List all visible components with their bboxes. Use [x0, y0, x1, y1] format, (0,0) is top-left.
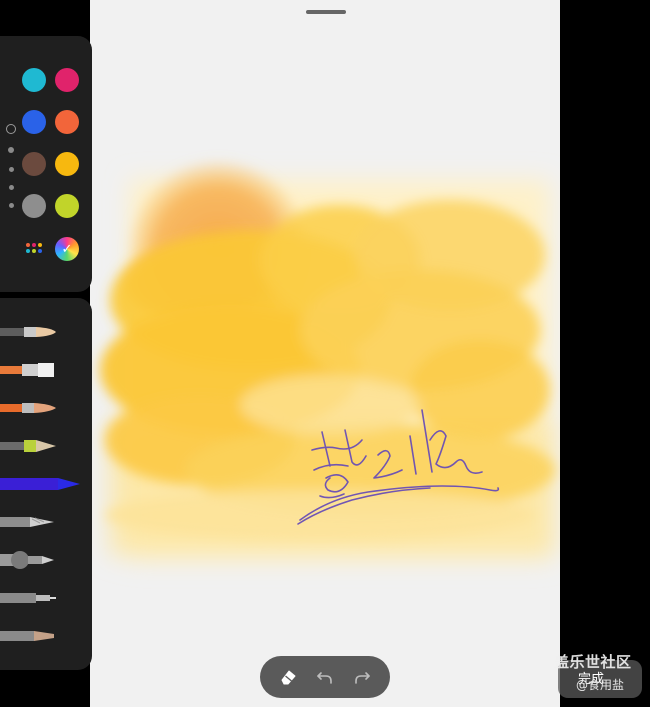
fineliner[interactable]: [0, 586, 92, 610]
undo-button[interactable]: [311, 663, 339, 691]
oil-brush[interactable]: [0, 396, 92, 420]
color-swatch-lime[interactable]: [55, 194, 79, 218]
eraser-icon: [281, 670, 296, 685]
color-swatch-magenta[interactable]: [55, 68, 79, 92]
color-swatch-gray[interactable]: [22, 194, 46, 218]
color-palette-panel: ✓: [0, 36, 92, 292]
charcoal[interactable]: [0, 624, 92, 648]
color-grid-icon[interactable]: [26, 243, 42, 255]
color-picker-wheel-icon[interactable]: ✓: [55, 237, 79, 261]
marker[interactable]: [0, 548, 92, 572]
brush-size-option[interactable]: [9, 185, 14, 190]
flat-watercolor-brush[interactable]: [0, 358, 92, 382]
crayon[interactable]: [0, 434, 92, 458]
color-swatch-orange[interactable]: [55, 110, 79, 134]
color-swatch-amber[interactable]: [55, 152, 79, 176]
bottom-toolbar: [260, 656, 390, 698]
brush-size-option[interactable]: [6, 124, 16, 134]
color-swatch-brown[interactable]: [22, 152, 46, 176]
ballpoint-pen[interactable]: [0, 472, 92, 496]
brush-size-option[interactable]: [9, 203, 14, 208]
brush-size-option[interactable]: [8, 147, 14, 153]
brush-panel: [0, 298, 92, 670]
redo-button[interactable]: [348, 663, 376, 691]
pencil[interactable]: [0, 510, 92, 534]
undo-icon: [317, 672, 332, 684]
watermark-author: @食用盐: [576, 678, 625, 692]
drawing-app: ✓ 完成 盖乐世社区 @食用盐: [0, 0, 650, 707]
painting-layer: [100, 162, 555, 560]
drawing-canvas[interactable]: [90, 0, 560, 707]
color-swatch-blue[interactable]: [22, 110, 46, 134]
redo-icon: [355, 672, 370, 684]
round-watercolor-brush[interactable]: [0, 320, 92, 344]
brush-size-option[interactable]: [9, 167, 14, 172]
color-swatch-cyan[interactable]: [22, 68, 46, 92]
eraser-button[interactable]: [274, 663, 302, 691]
watermark-title: 盖乐世社区: [554, 653, 632, 671]
